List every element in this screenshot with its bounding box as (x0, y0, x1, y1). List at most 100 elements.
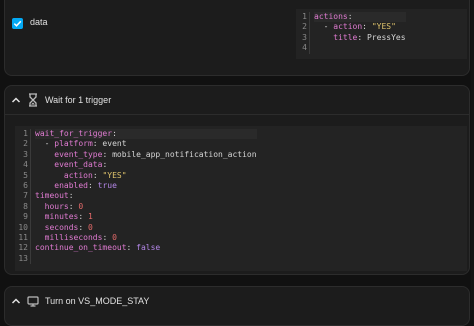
line-number: 8 (23, 201, 28, 211)
code-token: : event (92, 139, 127, 149)
code-token: : (68, 201, 79, 211)
code-token: event_type (54, 149, 103, 159)
code-line: milliseconds: 0 (35, 233, 257, 243)
code-lines: actions: - action: "YES" title: PressYes (314, 12, 406, 54)
code-token: continue_on_timeout (35, 243, 127, 253)
data-code-editor[interactable]: 1234 actions: - action: "YES" title: Pre… (296, 9, 467, 59)
code-line: actions: (314, 12, 406, 23)
code-line: - platform: event (35, 139, 257, 149)
code-token: : PressYes (357, 32, 406, 42)
code-token: title (333, 32, 358, 42)
line-number: 1 (302, 12, 307, 21)
code-token: : (112, 129, 117, 138)
data-label: data (30, 17, 48, 27)
code-token: : (78, 212, 88, 222)
code-token: action (333, 22, 363, 32)
code-token: : (126, 243, 137, 253)
code-token: - (35, 139, 55, 149)
code-token: : mobile_app_notification_action (102, 149, 257, 159)
timer-sand-icon (29, 93, 37, 107)
line-number: 2 (302, 22, 307, 32)
line-number: 9 (23, 212, 28, 222)
code-token: minutes (44, 212, 79, 222)
code-token: : (347, 12, 353, 21)
code-line: wait_for_trigger: (35, 129, 257, 140)
line-number: 6 (23, 180, 28, 190)
code-token: action (63, 170, 93, 180)
line-number: 12 (18, 243, 28, 253)
line-number: 1 (23, 129, 28, 138)
code-token: 1 (88, 212, 93, 222)
code-token: milliseconds (44, 232, 103, 242)
data-field-card: data 1234 actions: - action: "YES" title… (4, 0, 470, 76)
line-number: 13 (18, 253, 28, 263)
code-line: hours: 0 (35, 202, 257, 212)
code-token: : (102, 160, 108, 170)
code-line: continue_on_timeout: false (35, 243, 257, 253)
code-token: true (97, 180, 117, 190)
header-divider (5, 114, 469, 115)
code-token: 0 (78, 201, 84, 211)
code-token: 0 (88, 222, 93, 232)
chevron-up-icon[interactable] (11, 96, 21, 104)
wait-trigger-title: Wait for 1 trigger (45, 95, 112, 105)
line-number: 3 (302, 32, 307, 42)
line-number: 3 (23, 149, 28, 159)
code-token: : (87, 180, 98, 190)
code-token: "YES" (371, 22, 396, 32)
line-number: 2 (23, 139, 28, 149)
code-token: : (78, 222, 88, 232)
code-token: : (362, 22, 372, 32)
wait-trigger-card: Wait for 1 trigger 1 2 3 4 5 6 7 8 9 10 11 12 13 wai… (4, 85, 470, 275)
code-token: platform (54, 139, 93, 149)
turn-on-title: Turn on VS_MODE_STAY (45, 296, 150, 306)
line-number: 4 (23, 160, 28, 170)
code-line: title: PressYes (314, 32, 406, 43)
line-number: 7 (23, 191, 28, 201)
code-line: - action: "YES" (314, 22, 406, 32)
code-token: 0 (112, 232, 117, 242)
code-token: - (314, 22, 334, 32)
code-token: seconds (44, 222, 79, 232)
chevron-up-icon[interactable] (11, 297, 21, 305)
code-line: event_data: (35, 160, 257, 170)
line-number: 10 (18, 222, 28, 232)
code-line: minutes: 1 (35, 212, 257, 222)
data-checkbox[interactable] (12, 18, 23, 29)
code-line: seconds: 0 (35, 223, 257, 233)
code-line: timeout: (35, 191, 257, 201)
line-number-gutter: 1234 (296, 12, 310, 54)
code-line: action: "YES" (35, 171, 257, 181)
line-number-gutter: 1 2 3 4 5 6 7 8 9 10 11 12 13 (15, 129, 31, 265)
code-token: actions (314, 12, 348, 21)
code-token: : (102, 232, 113, 242)
code-lines: wait_for_trigger: - platform: event even… (35, 129, 257, 264)
code-token: false (136, 243, 161, 253)
line-number: 4 (302, 43, 307, 53)
code-token: "YES" (102, 170, 127, 180)
code-token: : (92, 170, 103, 180)
code-token: enabled (54, 180, 88, 190)
line-number: 11 (18, 232, 28, 242)
code-token: timeout (35, 191, 69, 201)
wait-code-editor[interactable]: 1 2 3 4 5 6 7 8 9 10 11 12 13 wait_for_trigger: - pl… (15, 126, 467, 271)
turn-on-header[interactable]: Turn on VS_MODE_STAY (5, 287, 469, 315)
code-line: enabled: true (35, 181, 257, 191)
code-token: hours (44, 201, 69, 211)
wait-trigger-header[interactable]: Wait for 1 trigger (5, 86, 469, 114)
code-token: : (68, 191, 74, 201)
device-icon (27, 296, 39, 307)
code-token: wait_for_trigger (35, 129, 113, 138)
checkbox-checked-icon (13, 20, 22, 27)
